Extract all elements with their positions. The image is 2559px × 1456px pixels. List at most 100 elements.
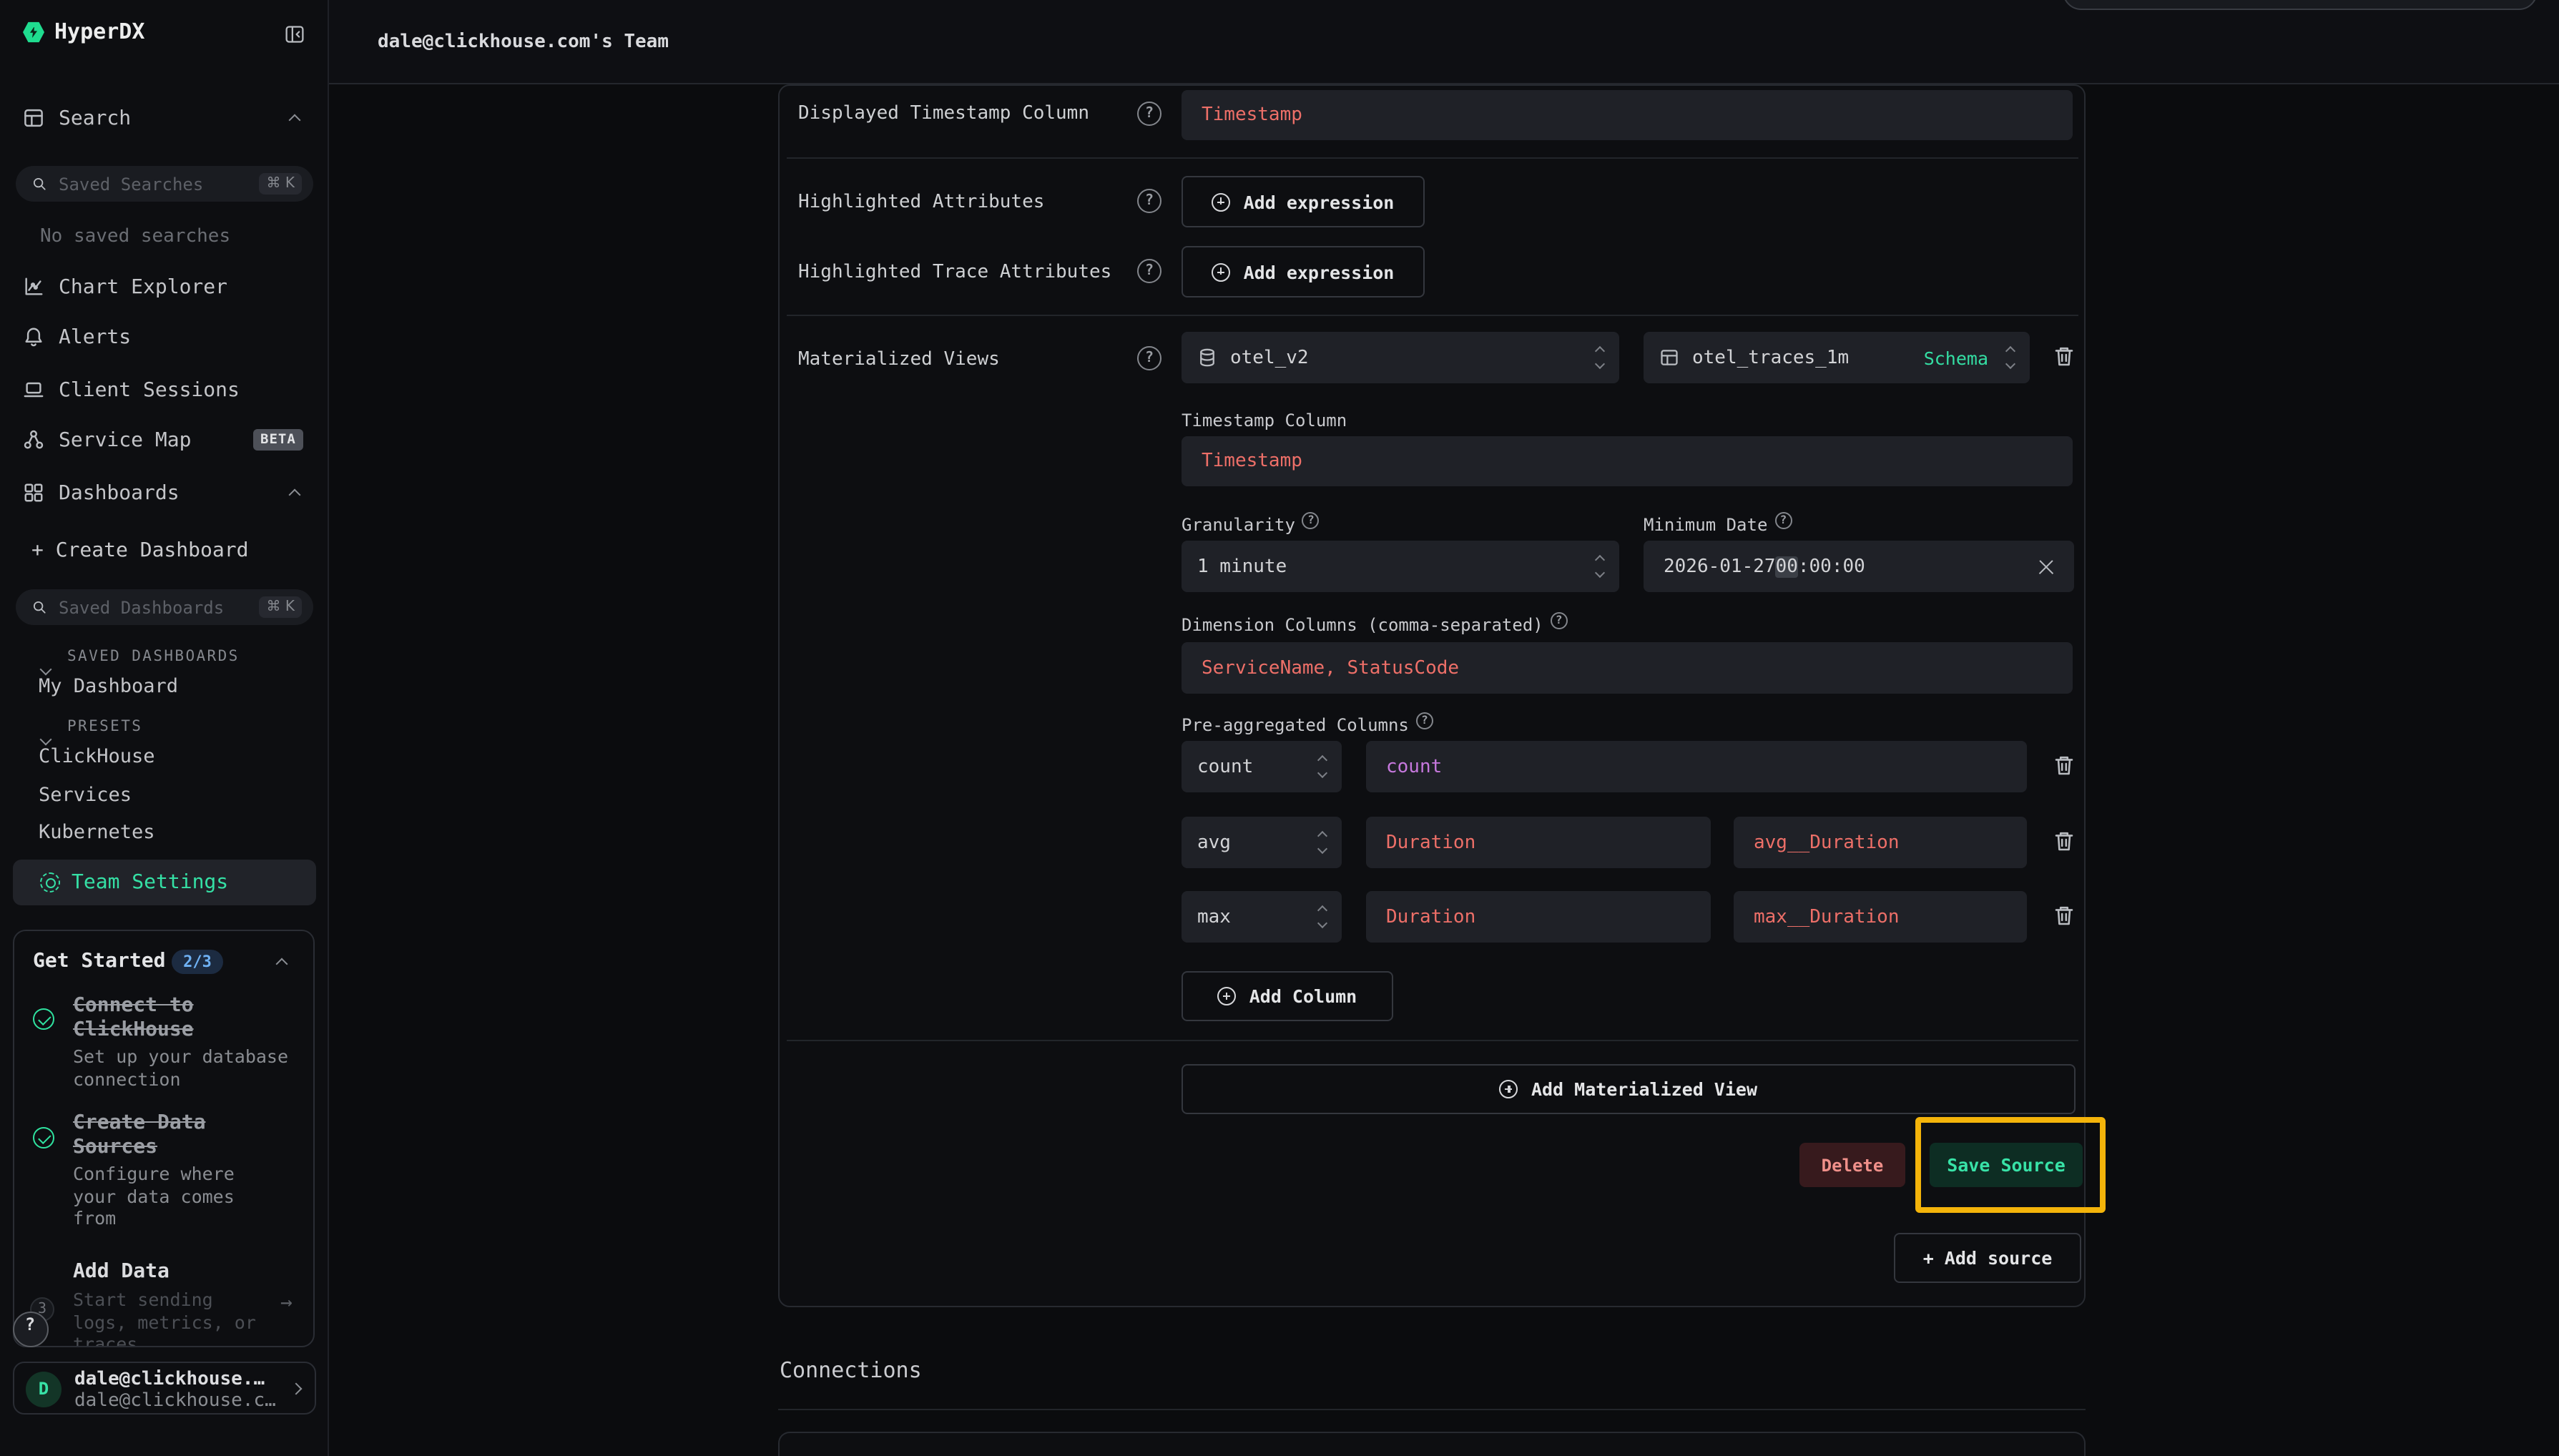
create-dashboard-button[interactable]: + Create Dashboard: [0, 536, 329, 565]
chevron-up-icon: [289, 489, 301, 501]
sidebar-item-kubernetes[interactable]: Kubernetes: [39, 821, 155, 844]
floating-search-pill[interactable]: [2063, 0, 2538, 10]
agg-fn-select[interactable]: count: [1182, 741, 1342, 792]
step-title[interactable]: ClickHouse: [73, 1018, 194, 1041]
agg-fn-select[interactable]: avg: [1182, 817, 1342, 868]
chevron-up-icon[interactable]: [276, 958, 288, 970]
connections-heading: Connections: [780, 1357, 922, 1383]
step-title[interactable]: Add Data: [73, 1260, 170, 1283]
laptop-icon: [23, 379, 44, 400]
question-circle-icon[interactable]: ?: [1551, 612, 1568, 629]
saved-dashboards-input[interactable]: Saved Dashboards ⌘ K: [16, 589, 313, 625]
saved-searches-input[interactable]: Saved Searches ⌘ K: [16, 166, 313, 202]
connections-panel: [778, 1432, 2086, 1456]
sidebar-item-clickhouse[interactable]: ClickHouse: [39, 745, 155, 768]
save-source-button[interactable]: Save Source: [1930, 1143, 2083, 1187]
question-circle-icon[interactable]: ?: [1137, 346, 1161, 370]
add-source-button[interactable]: + Add source: [1894, 1233, 2081, 1283]
displayed-timestamp-input[interactable]: Timestamp: [1182, 90, 2073, 140]
step-desc: Configure where your data comes from: [73, 1163, 262, 1229]
sidebar-item-label: Chart Explorer: [59, 276, 227, 299]
step-title[interactable]: Connect to: [73, 994, 194, 1017]
hyperdx-logo-icon: [23, 21, 44, 43]
question-circle-icon[interactable]: ?: [1137, 189, 1161, 213]
minimum-date-input[interactable]: 2026-01-27 00:00:00: [1644, 541, 2074, 592]
field-label: Timestamp Column: [1182, 410, 1347, 431]
sidebar-item-label: Alerts: [59, 326, 131, 349]
create-dashboard-label: + Create Dashboard: [31, 539, 248, 562]
clear-icon[interactable]: [2038, 559, 2054, 574]
sidebar-item-label: Service Map: [59, 429, 191, 452]
sidebar-item-chart-explorer[interactable]: Chart Explorer: [0, 273, 329, 302]
add-expression-button[interactable]: Add expression: [1182, 176, 1425, 227]
sidebar-item-client-sessions[interactable]: Client Sessions: [0, 376, 329, 405]
selected-time-segment[interactable]: 00: [1776, 556, 1798, 577]
delete-button[interactable]: Delete: [1799, 1143, 1905, 1187]
sidebar-item-label: Search: [59, 107, 131, 130]
sidebar-item-services[interactable]: Services: [39, 784, 132, 807]
dimension-columns-input[interactable]: ServiceName, StatusCode: [1182, 642, 2073, 694]
sidebar-item-alerts[interactable]: Alerts: [0, 323, 329, 352]
mv-timestamp-column-input[interactable]: Timestamp: [1182, 436, 2073, 486]
check-circle-icon: [33, 1008, 54, 1030]
team-settings-label: Team Settings: [72, 871, 228, 894]
question-circle-icon[interactable]: ?: [1137, 259, 1161, 283]
granularity-select[interactable]: 1 minute: [1182, 541, 1619, 592]
sidebar-item-dashboards[interactable]: Dashboards: [0, 479, 329, 508]
chevron-up-icon: [289, 114, 301, 127]
view-select[interactable]: otel_v2: [1182, 332, 1619, 383]
topbar: dale@clickhouse.com's Team: [329, 0, 2559, 84]
add-expression-button[interactable]: Add expression: [1182, 246, 1425, 297]
field-label: Displayed Timestamp Column: [798, 103, 1089, 126]
agg-alias-input[interactable]: avg__Duration: [1734, 817, 2027, 868]
trash-icon[interactable]: [2053, 904, 2076, 927]
agg-expression-input[interactable]: count: [1366, 741, 2027, 792]
presets-header: PRESETS: [67, 718, 142, 735]
sidebar-item-my-dashboard[interactable]: My Dashboard: [39, 675, 178, 698]
sidebar-item-team-settings[interactable]: Team Settings: [13, 860, 316, 905]
plus-circle-icon: [1212, 262, 1231, 281]
no-saved-searches-text: No saved searches: [40, 226, 230, 247]
table-select[interactable]: otel_traces_1m Schema: [1644, 332, 2030, 383]
agg-expression-input[interactable]: Duration: [1366, 817, 1711, 868]
divider: [778, 1409, 2086, 1410]
saved-searches-placeholder: Saved Searches: [59, 174, 203, 194]
sidebar: HyperDX Search Saved Searches ⌘ K No sav…: [0, 0, 329, 1456]
step-title[interactable]: Create Data: [73, 1111, 205, 1134]
chevron-right-icon: [290, 1383, 303, 1395]
agg-alias-input[interactable]: max__Duration: [1734, 891, 2027, 943]
trash-icon[interactable]: [2053, 830, 2076, 852]
page-title: dale@clickhouse.com's Team: [378, 31, 669, 53]
progress-badge: 2/3: [172, 950, 223, 974]
question-circle-icon[interactable]: ?: [1416, 712, 1433, 729]
sidebar-item-search[interactable]: Search: [0, 104, 329, 133]
trash-icon[interactable]: [2053, 754, 2076, 777]
add-column-button[interactable]: Add Column: [1182, 971, 1393, 1021]
agg-expression-input[interactable]: Duration: [1366, 891, 1711, 943]
agg-fn-select[interactable]: max: [1182, 891, 1342, 943]
question-circle-icon[interactable]: ?: [1137, 102, 1161, 126]
question-circle-icon[interactable]: ?: [1302, 512, 1320, 529]
user-name: dale@clickhouse.…: [74, 1369, 265, 1390]
search-icon: [31, 599, 47, 615]
user-email: dale@clickhouse.c…: [74, 1390, 276, 1412]
add-materialized-view-button[interactable]: Add Materialized View: [1182, 1064, 2076, 1114]
trash-icon[interactable]: [2053, 345, 2076, 368]
select-chevrons-icon: [2007, 348, 2014, 368]
help-button[interactable]: ?: [13, 1312, 49, 1347]
database-icon: [1197, 348, 1217, 368]
plus-circle-icon: [1500, 1080, 1518, 1098]
arrow-right-icon: →: [280, 1292, 293, 1314]
schema-badge[interactable]: Schema: [1924, 347, 1988, 368]
field-label: Highlighted Attributes: [798, 192, 1044, 215]
step-desc: Start sending logs, metrics, or traces: [73, 1289, 262, 1347]
sidebar-collapse-icon[interactable]: [285, 23, 305, 43]
shortcut-badge: ⌘ K: [260, 596, 303, 618]
field-label: Dimension Columns (comma-separated) ?: [1182, 615, 1568, 635]
question-circle-icon[interactable]: ?: [1774, 512, 1792, 529]
field-label: Highlighted Trace Attributes: [798, 262, 1111, 285]
chart-explorer-icon: [23, 276, 44, 297]
step-title[interactable]: Sources: [73, 1136, 157, 1159]
avatar: D: [26, 1372, 62, 1407]
user-menu[interactable]: D dale@clickhouse.… dale@clickhouse.c…: [13, 1362, 316, 1415]
